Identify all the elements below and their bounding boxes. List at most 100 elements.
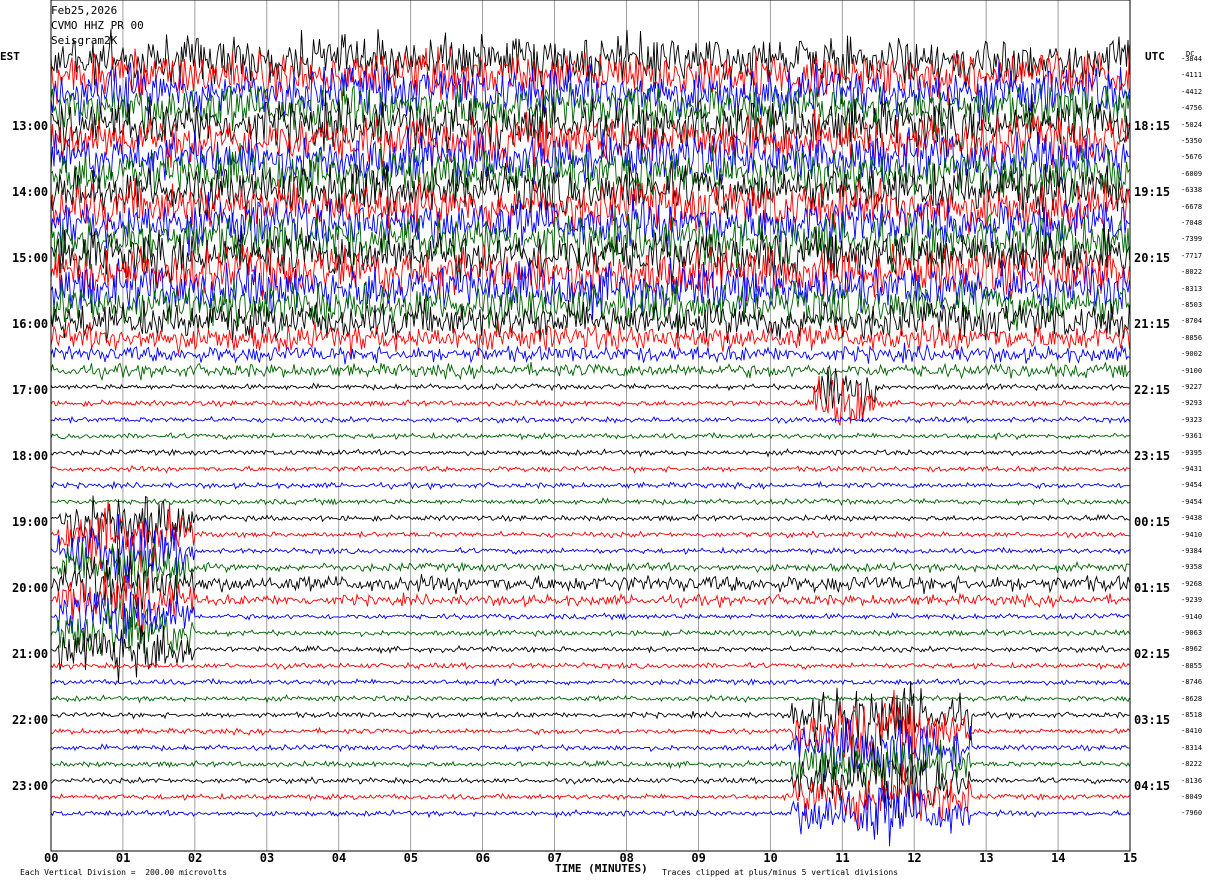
dc-offset-label: -8314 <box>1181 743 1203 752</box>
dc-offset-label: -9410 <box>1181 530 1203 539</box>
trace-line <box>50 204 1130 274</box>
x-tick-label: 09 <box>691 851 706 865</box>
right-timezone-label: UTC <box>1145 50 1165 63</box>
x-tick-label: 13 <box>979 851 994 865</box>
x-tick-label: 00 <box>44 851 59 865</box>
dc-offset-label: -9323 <box>1181 415 1203 424</box>
left-hour-label: 18:00 <box>12 449 49 463</box>
x-tick-label: 04 <box>331 851 347 865</box>
x-axis-label: TIME (MINUTES) <box>555 862 648 875</box>
left-hour-label: 19:00 <box>12 515 49 529</box>
right-hour-label: 00:15 <box>1134 515 1171 529</box>
trace-line <box>50 431 1130 441</box>
dc-offset-label: -9268 <box>1181 579 1203 588</box>
dc-offset-label: -8856 <box>1181 333 1203 342</box>
dc-offset-label: -9140 <box>1181 612 1203 621</box>
trace-line <box>50 367 1130 423</box>
x-tick-label: 12 <box>907 851 922 865</box>
trace-line <box>50 415 1130 425</box>
dc-offset-label: -6338 <box>1181 186 1203 195</box>
dc-offset-label: -6678 <box>1181 202 1203 211</box>
left-hour-label: 17:00 <box>12 383 49 397</box>
right-hour-label: 21:15 <box>1134 317 1171 331</box>
trace-line <box>50 362 1130 382</box>
dc-offset-label: -8049 <box>1181 793 1203 801</box>
dc-offset-label: -5024 <box>1181 120 1203 129</box>
dc-offset-label: -9395 <box>1181 448 1203 457</box>
dc-offset-label: -8704 <box>1181 317 1203 326</box>
dc-offset-label: -8410 <box>1181 727 1203 736</box>
x-tick-label: 14 <box>1051 851 1066 865</box>
dc-offset-label: -3844 <box>1181 55 1203 63</box>
trace-line <box>50 448 1130 458</box>
dc-offset-label: -9384 <box>1181 547 1203 555</box>
dc-offset-label: -6009 <box>1181 169 1203 178</box>
x-tick-label: 11 <box>835 851 850 865</box>
clip-note: Traces clipped at plus/minus 5 vertical … <box>662 868 899 877</box>
dc-offset-label: -4111 <box>1181 71 1203 80</box>
x-tick-label: 01 <box>115 851 131 865</box>
right-hour-label: 18:15 <box>1134 119 1171 133</box>
right-hour-label: 19:15 <box>1134 185 1171 199</box>
x-tick-label: 02 <box>187 851 203 865</box>
trace-line <box>50 497 1130 507</box>
seismic-traces <box>50 28 1130 847</box>
dc-offset-label: -8628 <box>1181 694 1203 703</box>
x-tick-label: 05 <box>403 851 419 865</box>
dc-offset-label: -9063 <box>1181 629 1203 637</box>
dc-offset-label: -8962 <box>1181 645 1203 654</box>
left-hour-label: 20:00 <box>12 581 49 595</box>
dc-offset-label: -8313 <box>1181 284 1203 293</box>
helicorder-plot <box>50 0 1131 852</box>
right-hour-label: 03:15 <box>1134 713 1171 727</box>
dc-offset-label: -8855 <box>1181 661 1203 670</box>
trace-line <box>50 480 1130 491</box>
dc-offset-label: -9454 <box>1181 481 1203 490</box>
left-timezone-label: EST <box>0 50 20 63</box>
x-tick-label: 06 <box>475 851 491 865</box>
dc-offset-label: -8503 <box>1181 301 1203 309</box>
dc-offset-label: -7960 <box>1181 809 1203 818</box>
left-hour-label: 14:00 <box>12 185 49 199</box>
trace-line <box>50 780 1130 847</box>
trace-line <box>50 717 1130 785</box>
dc-offset-label: -9227 <box>1181 383 1203 391</box>
trace-line <box>50 681 1130 750</box>
trace-line <box>50 591 1130 644</box>
left-hour-label: 23:00 <box>12 779 49 793</box>
right-hour-label: 02:15 <box>1134 647 1171 661</box>
dc-offset-label: -7717 <box>1181 251 1203 260</box>
dc-offset-label: -8022 <box>1181 268 1203 277</box>
dc-offset-label: -5350 <box>1181 137 1203 145</box>
trace-line <box>50 677 1130 687</box>
dc-offset-label: -9361 <box>1181 432 1203 441</box>
dc-offset-label: -8136 <box>1181 776 1203 785</box>
trace-line <box>50 661 1130 671</box>
right-hour-label: 23:15 <box>1134 449 1171 463</box>
dc-offset-label: -4756 <box>1181 104 1203 113</box>
dc-offset-label: -9431 <box>1181 465 1203 473</box>
dc-offset-label: -9358 <box>1181 563 1203 572</box>
trace-line <box>50 763 1130 829</box>
left-hour-label: 15:00 <box>12 251 49 265</box>
dc-offset-label: -5676 <box>1181 153 1203 162</box>
dc-offset-label: -7048 <box>1181 219 1203 227</box>
scale-note: Each Vertical Division = 200.00 microvol… <box>20 868 228 877</box>
dc-offset-label: -9454 <box>1181 497 1203 506</box>
left-hour-label: 22:00 <box>12 713 49 727</box>
dc-offset-label: -8518 <box>1181 711 1203 719</box>
trace-line <box>50 464 1130 474</box>
header-source: Seisgram2K <box>51 34 118 47</box>
left-hour-label: 13:00 <box>12 119 49 133</box>
dc-offset-label: -7399 <box>1181 235 1203 244</box>
left-hour-label: 16:00 <box>12 317 49 331</box>
trace-line <box>50 500 1130 573</box>
x-tick-label: 10 <box>763 851 778 865</box>
header-date: Feb25,2026 <box>51 4 118 17</box>
trace-line <box>50 514 1130 589</box>
dc-offset-label: -4412 <box>1181 87 1203 96</box>
left-hour-label: 21:00 <box>12 647 49 661</box>
dc-offset-label: -8746 <box>1181 678 1203 687</box>
trace-line <box>50 694 1130 704</box>
header-station: CVMO HHZ PR 00 <box>51 19 144 32</box>
